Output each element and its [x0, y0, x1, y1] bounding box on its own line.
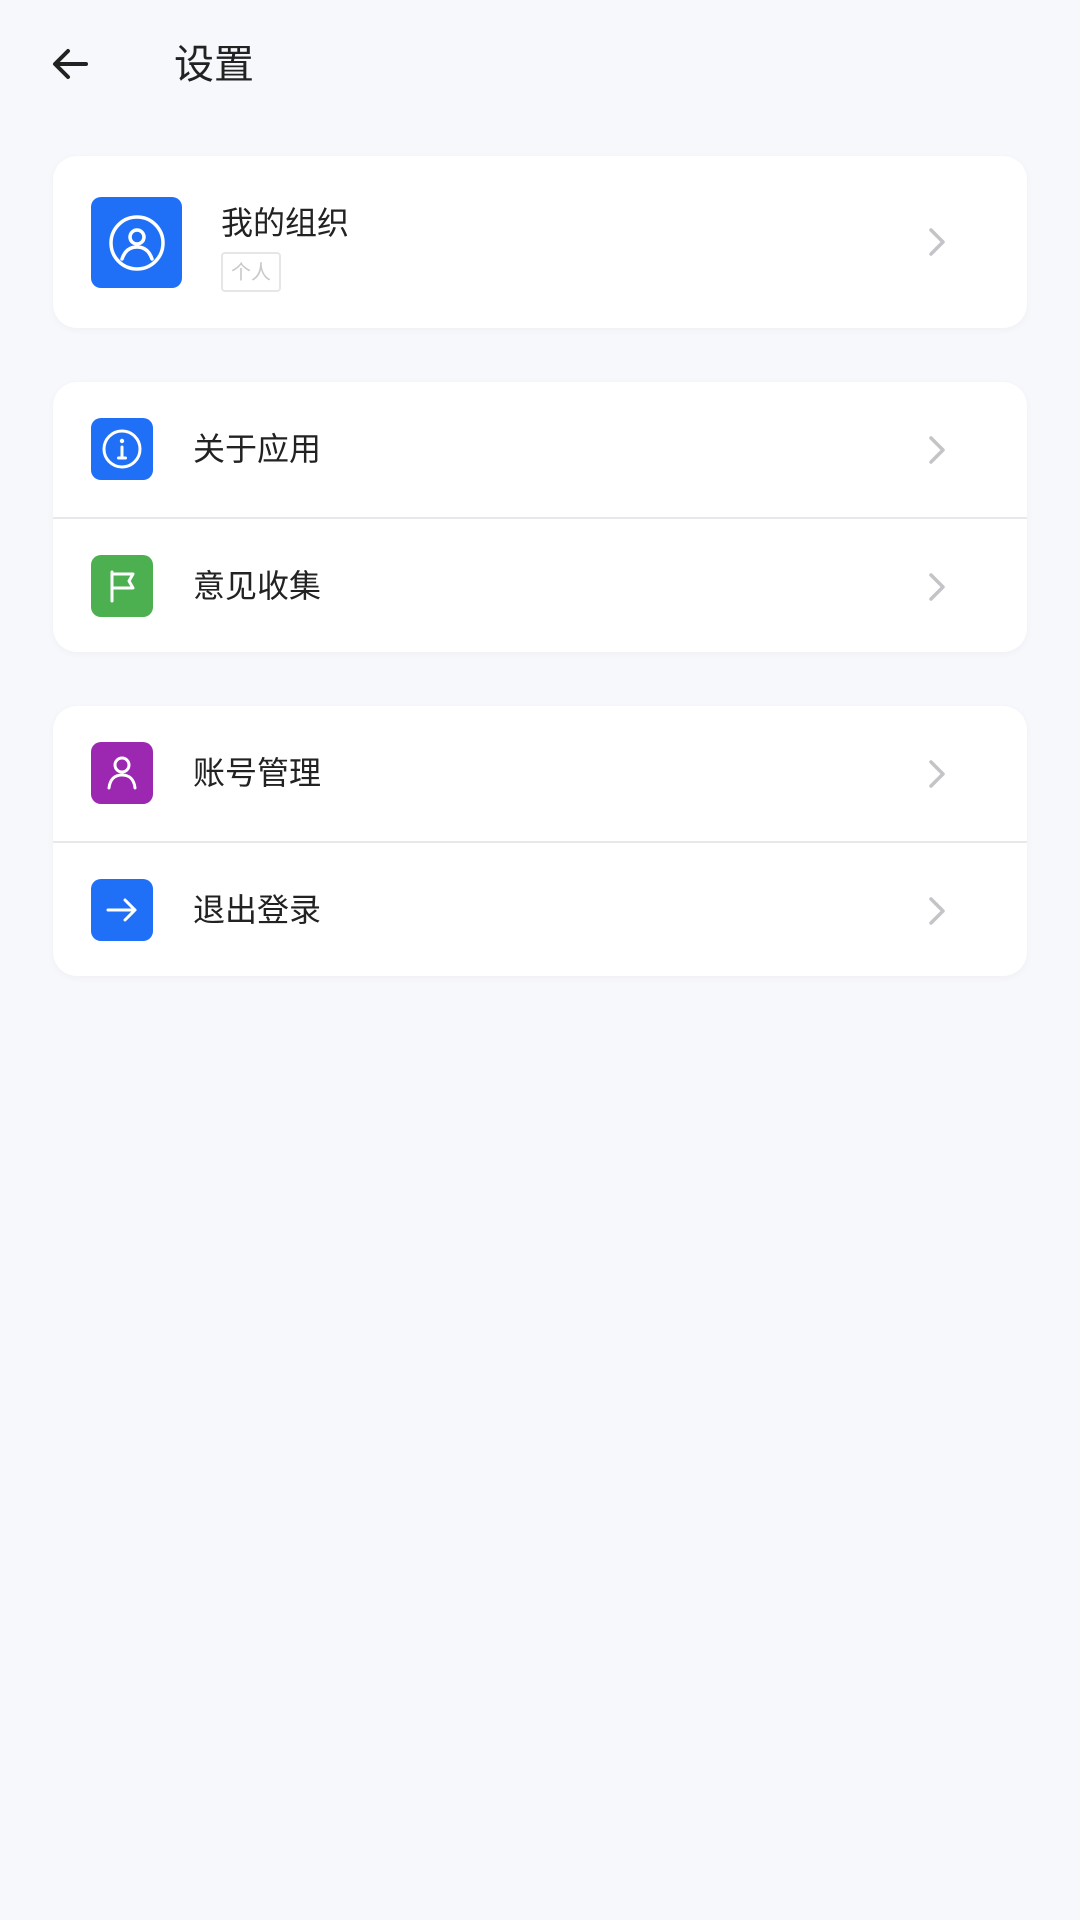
menu-item-label: 意见收集	[193, 567, 322, 605]
organization-tag-badge: 个人	[221, 252, 281, 292]
menu-item-label: 退出登录	[193, 891, 322, 929]
organization-name: 我的组织	[221, 204, 350, 242]
user-circle-icon	[91, 197, 182, 288]
arrow-right-icon	[91, 879, 153, 941]
menu-item-about-app[interactable]: 关于应用	[53, 382, 1027, 517]
back-button[interactable]	[30, 26, 110, 106]
header-bar: 设置	[0, 0, 1080, 132]
chevron-right-icon	[917, 891, 957, 931]
info-icon	[91, 418, 153, 480]
menu-item-label: 账号管理	[193, 754, 322, 792]
menu-item-feedback[interactable]: 意见收集	[53, 517, 1027, 652]
chevron-right-icon	[917, 567, 957, 607]
organization-item[interactable]: 我的组织 个人	[53, 156, 1027, 328]
chevron-right-icon	[917, 430, 957, 470]
flag-icon	[91, 555, 153, 617]
menu-item-logout[interactable]: 退出登录	[53, 841, 1027, 976]
menu-group-app: 关于应用 意见收集	[53, 382, 1027, 652]
user-icon	[91, 742, 153, 804]
menu-item-label: 关于应用	[193, 430, 322, 468]
page-title: 设置	[174, 42, 254, 88]
organization-card: 我的组织 个人	[53, 156, 1027, 328]
chevron-right-icon	[917, 222, 957, 262]
menu-group-account: 账号管理 退出登录	[53, 706, 1027, 976]
chevron-right-icon	[917, 754, 957, 794]
arrow-left-icon	[48, 42, 92, 90]
menu-item-account-management[interactable]: 账号管理	[53, 706, 1027, 841]
